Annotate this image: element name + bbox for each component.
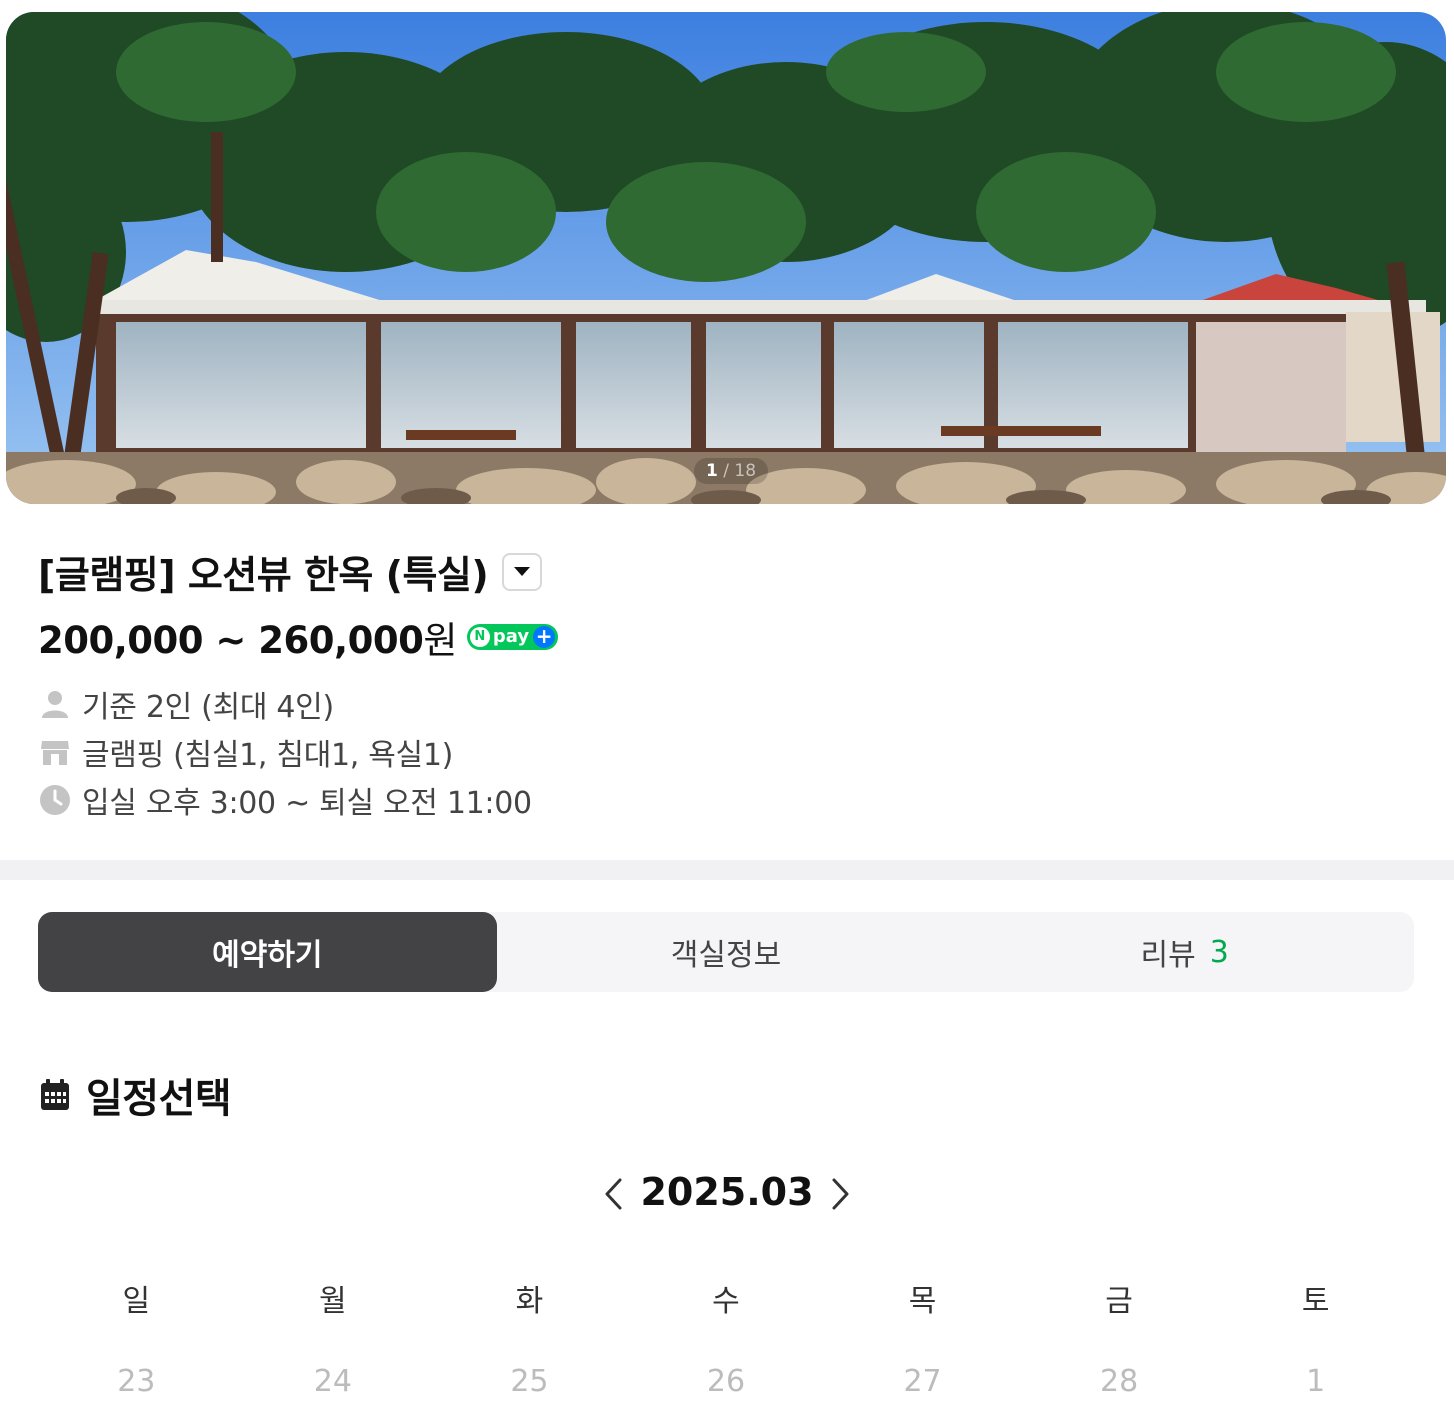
photo-counter-total: 18 xyxy=(734,461,757,481)
info-room-type: 글램핑 (침실1, 침대1, 욕실1) xyxy=(38,728,532,776)
schedule-header: 일정선택 xyxy=(38,1066,232,1124)
room-title-row: [글램핑] 오션뷰 한옥 (특실) xyxy=(38,544,543,599)
price-row: 200,000 ~ 260,000원 N pay + xyxy=(38,610,559,664)
room-type-text: 글램핑 (침실1, 침대1, 욕실1) xyxy=(82,738,454,773)
price-unit: 원 xyxy=(423,619,457,662)
calendar-day: 26 xyxy=(706,1364,746,1399)
tab-reservation-label: 예약하기 xyxy=(212,938,323,973)
calendar-icon xyxy=(41,1079,69,1110)
naver-n-icon: N xyxy=(469,627,490,647)
section-divider xyxy=(0,860,1454,880)
photo-counter: 1 / 18 xyxy=(694,458,769,484)
room-info-list: 기준 2인 (최대 4인) 글램핑 (침실1, 침대1, 욕실1) 입실 오후 … xyxy=(38,680,532,824)
calendar-day: 24 xyxy=(313,1364,352,1399)
calendar-day: 28 xyxy=(1100,1364,1139,1399)
capacity-text: 기준 2인 (최대 4인) xyxy=(82,690,334,725)
info-capacity: 기준 2인 (최대 4인) xyxy=(38,680,532,728)
weekday-sun: 일 xyxy=(122,1284,151,1319)
calendar-day: 23 xyxy=(117,1364,156,1399)
room-title: [글램핑] 오션뷰 한옥 (특실) xyxy=(38,553,489,597)
month-navigator: 2025.03 xyxy=(0,1164,1454,1224)
tab-bar: 예약하기 객실정보 리뷰 3 xyxy=(38,912,1414,992)
room-select-dropdown-button[interactable] xyxy=(502,552,543,591)
weekday-tue: 화 xyxy=(515,1284,544,1319)
calendar-week-row: 23 24 25 26 27 28 1 xyxy=(38,1364,1414,1408)
checkin-time-text: 입실 오후 3:00 ~ 퇴실 오전 11:00 xyxy=(82,786,532,821)
plus-icon: + xyxy=(533,626,556,648)
price: 200,000 ~ 260,000원 xyxy=(38,610,457,664)
current-month-label: 2025.03 xyxy=(640,1170,814,1214)
price-range: 200,000 ~ 260,000 xyxy=(38,619,424,662)
tab-reservation[interactable]: 예약하기 xyxy=(38,912,497,992)
tab-reviews-label: 리뷰 xyxy=(1140,938,1196,973)
clock-icon xyxy=(38,783,72,817)
tab-reviews[interactable]: 리뷰 3 xyxy=(955,912,1414,992)
room-photo-carousel[interactable]: 1 / 18 xyxy=(6,12,1446,504)
calendar-day: 27 xyxy=(903,1364,942,1399)
schedule-title: 일정선택 xyxy=(86,1076,232,1122)
weekday-fri: 금 xyxy=(1105,1284,1133,1319)
calendar-day: 25 xyxy=(510,1364,549,1399)
calendar-day: 1 xyxy=(1306,1364,1326,1399)
photo-counter-current: 1 xyxy=(706,461,718,481)
weekday-sat: 토 xyxy=(1301,1284,1330,1319)
building-icon xyxy=(38,735,72,769)
caret-down-icon xyxy=(514,567,531,576)
weekday-thu: 목 xyxy=(908,1284,937,1319)
photo-counter-separator: / xyxy=(717,461,735,481)
tab-room-info[interactable]: 객실정보 xyxy=(497,912,956,992)
weekday-mon: 월 xyxy=(319,1284,347,1319)
weekday-header: 일 월 화 수 목 금 토 xyxy=(38,1276,1414,1324)
tab-room-info-label: 객실정보 xyxy=(670,938,782,973)
room-photo xyxy=(6,12,1446,504)
review-count: 3 xyxy=(1209,934,1229,970)
npay-plus-badge: N pay + xyxy=(466,624,559,650)
info-checkin-time: 입실 오후 3:00 ~ 퇴실 오전 11:00 xyxy=(38,776,532,824)
npay-label: pay xyxy=(492,626,530,647)
weekday-wed: 수 xyxy=(712,1284,740,1319)
person-icon xyxy=(38,687,72,721)
next-month-chevron-right-icon[interactable] xyxy=(822,1176,858,1212)
